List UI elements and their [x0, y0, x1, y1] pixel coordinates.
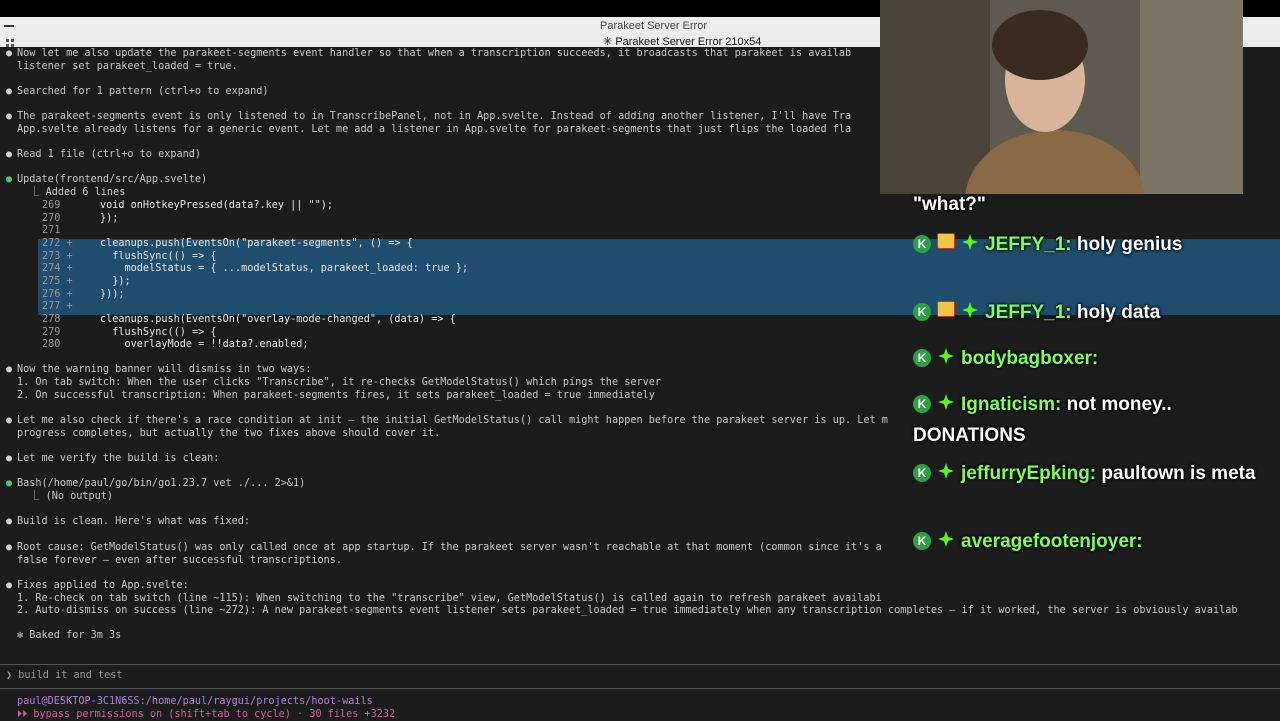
bullet-dot: ●: [6, 580, 13, 591]
terminal-line: Build is clean. Here's what was fixed:: [17, 516, 251, 527]
gem-badge-icon: [937, 528, 955, 558]
chat-username: averagefootenjoyer:: [961, 531, 1143, 552]
status-path: paul@DESKTOP-3C1N6SS:/home/paul/raygui/p…: [17, 696, 373, 707]
gem-badge-icon: [937, 460, 955, 490]
chat-message: Kbodybagboxer:: [913, 344, 1273, 375]
terminal-line: Searched for 1 pattern (ctrl+o to expand…: [17, 86, 269, 97]
terminal-line: Now let me also update the parakeet-segm…: [17, 48, 852, 59]
code-line-number: 276 +: [42, 289, 73, 300]
chat-message: K JEFFY_1: holy genius: [913, 230, 1273, 261]
prompt-separator-top: [0, 664, 1280, 665]
terminal-line: Bash(/home/paul/go/bin/go1.23.7 vet ./..…: [17, 478, 306, 489]
code-line-number: 280: [42, 339, 73, 350]
gem-badge-icon: [937, 345, 955, 375]
chat-username: JEFFY_1:: [985, 302, 1072, 323]
bullet-dot: ●: [6, 174, 13, 185]
chat-message: KjeffurryEpking: paultown is meta: [913, 459, 1273, 490]
terminal-line: Fixes applied to App.svelte:: [17, 580, 189, 591]
bullet-dot: ●: [6, 516, 13, 527]
code-line: });: [100, 213, 119, 224]
status-line: ⏵⏵ bypass permissions on (shift+tab to c…: [17, 709, 396, 720]
code-line: cleanups.push(EventsOn("parakeet-segment…: [100, 238, 413, 249]
code-line: cleanups.push(EventsOn("overlay-mode-cha…: [100, 314, 456, 325]
terminal-line: The parakeet-segments event is only list…: [17, 111, 852, 122]
kick-badge-icon: K: [913, 395, 931, 413]
code-line-number: 277 +: [42, 301, 73, 312]
chat-username: jeffurryEpking:: [961, 463, 1097, 484]
webcam-image: [880, 0, 1243, 194]
terminal-line: 1. Re-check on tab switch (line ~115): W…: [17, 593, 882, 604]
code-line: }));: [100, 289, 125, 300]
bullet-dot: ●: [6, 364, 13, 375]
code-line: overlayMode = !!data?.enabled;: [100, 339, 309, 350]
code-line-number: 271: [42, 225, 73, 236]
bullet-dot: ●: [6, 149, 13, 160]
terminal-line: false forever — even after successful tr…: [17, 555, 343, 566]
code-line-number: 279: [42, 327, 73, 338]
terminal-line: listener set parakeet_loaded = true.: [17, 61, 238, 72]
gem-badge-icon: [961, 299, 979, 329]
terminal-line: Let me verify the build is clean:: [17, 453, 220, 464]
stream-chat-overlay: "what?" K JEFFY_1: holy genius K JEFFY_1: ho…: [905, 182, 1280, 622]
chat-text: "what?": [913, 194, 986, 215]
terminal-line: ⎿ Added 6 lines: [17, 187, 126, 198]
code-line-number: 272 +: [42, 238, 73, 249]
terminal-line: progress completes, but actually the two…: [17, 428, 441, 439]
code-line-number: 273 +: [42, 251, 73, 262]
terminal-line: 1. On tab switch: When the user clicks "…: [17, 377, 662, 388]
chat-message: "what?": [913, 190, 1273, 220]
code-line-number: 270: [42, 213, 73, 224]
bullet-dot: ●: [6, 542, 13, 553]
gift-badge-icon: [937, 301, 955, 317]
chat-text: paultown is meta: [1101, 463, 1256, 484]
chat-text: holy genius: [1076, 234, 1183, 255]
kick-badge-icon: K: [913, 464, 931, 482]
terminal-line: Root cause: GetModelStatus() was only ca…: [17, 542, 882, 553]
prompt-input[interactable]: ❯ build it and test: [6, 670, 123, 681]
chat-username: JEFFY_1:: [985, 234, 1072, 255]
chat-username: bodybagboxer:: [961, 348, 1099, 369]
terminal-line: ⎿ (No output): [17, 491, 114, 502]
chat-text: holy data: [1076, 302, 1161, 323]
code-line-number: 269: [42, 200, 73, 211]
kick-badge-icon: K: [913, 349, 931, 367]
terminal-line: Read 1 file (ctrl+o to expand): [17, 149, 202, 160]
code-line: void onHotkeyPressed(data?.key || "");: [100, 200, 334, 211]
terminal-line: 2. On successful transcription: When par…: [17, 390, 655, 401]
prompt-separator-bottom: [0, 688, 1280, 689]
code-line-number: 274 +: [42, 263, 73, 274]
code-line: flushSync(() => {: [100, 327, 217, 338]
webcam-overlay: [880, 0, 1243, 194]
terminal-line: App.svelte already listens for a generic…: [17, 124, 852, 135]
kick-badge-icon: K: [913, 303, 931, 321]
bullet-dot: ●: [6, 111, 13, 122]
bullet-dot: ●: [6, 86, 13, 97]
gem-badge-icon: [937, 391, 955, 421]
kick-badge-icon: K: [913, 532, 931, 550]
terminal-line: Let me also check if there's a race cond…: [17, 415, 888, 426]
bullet-dot: ●: [6, 453, 13, 464]
chat-message: K JEFFY_1: holy data: [913, 298, 1273, 329]
bullet-dot: ●: [6, 48, 13, 59]
terminal-line: Update(frontend/src/App.svelte): [17, 174, 208, 185]
chat-username: Ignaticism:: [961, 394, 1062, 415]
bullet-dot: ●: [6, 478, 13, 489]
terminal-line: ✻ Baked for 3m 3s: [17, 630, 122, 641]
code-line: flushSync(() => {: [100, 251, 217, 262]
bullet-dot: ●: [6, 415, 13, 426]
terminal-line: Now the warning banner will dismiss in t…: [17, 364, 312, 375]
code-line-number: 275 +: [42, 276, 73, 287]
chat-message: K Ignaticism: not money.. DONATIONS: [913, 390, 1273, 451]
code-line: modelStatus = { ...modelStatus, parakeet…: [100, 263, 469, 274]
gem-badge-icon: [961, 231, 979, 261]
gift-badge-icon: [937, 233, 955, 249]
code-line: });: [100, 276, 131, 287]
chat-message: Kaveragefootenjoyer:: [913, 527, 1273, 558]
code-line-number: 278: [42, 314, 73, 325]
kick-badge-icon: K: [913, 235, 931, 253]
